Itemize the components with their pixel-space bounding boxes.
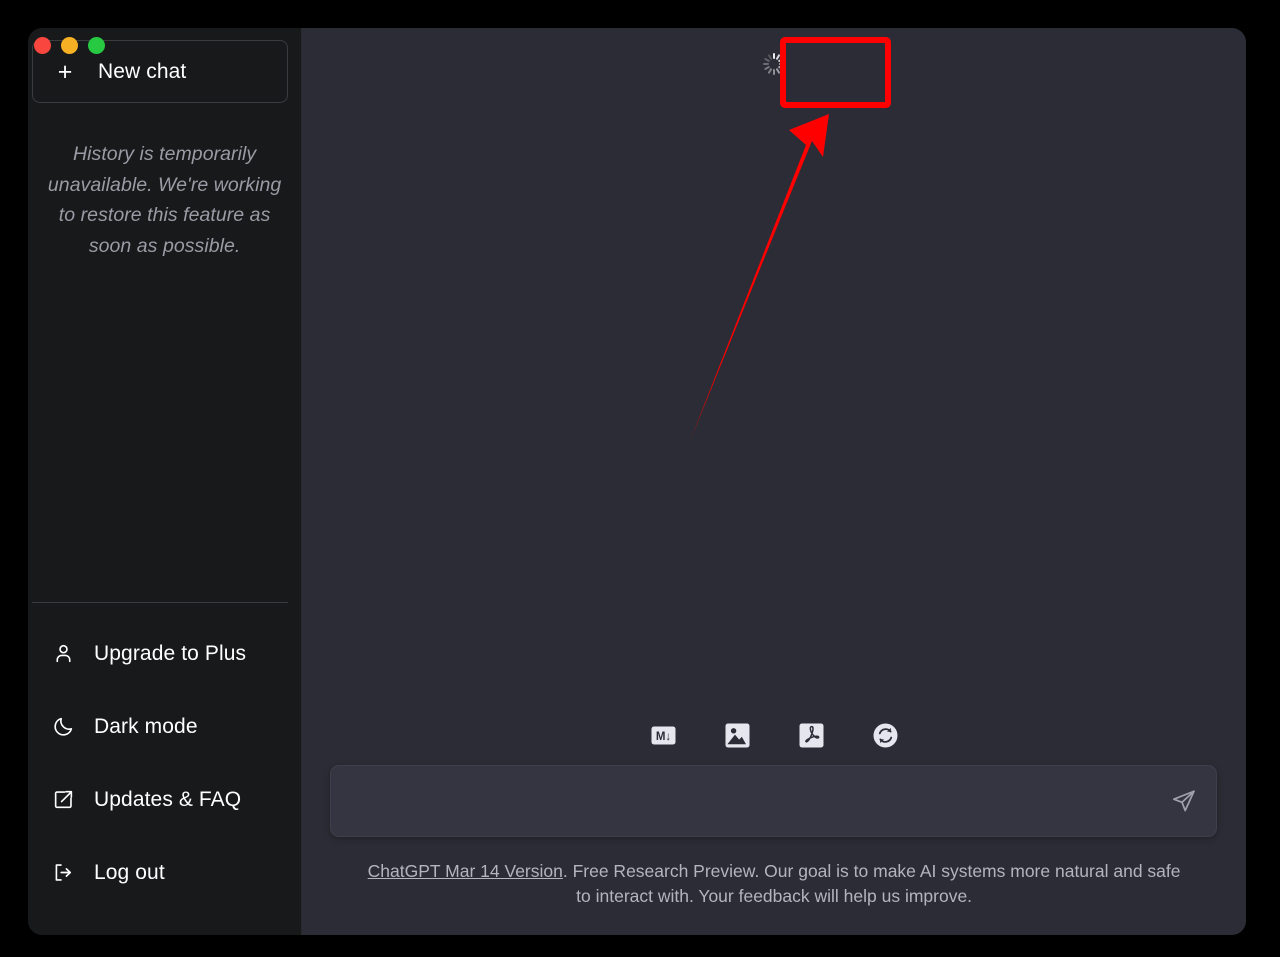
markdown-icon[interactable]: M↓ [650,722,677,749]
window-traffic-lights [34,37,105,54]
sidebar-item-label: Updates & FAQ [94,788,241,812]
footer-disclaimer: ChatGPT Mar 14 Version. Free Research Pr… [302,837,1246,935]
pdf-icon[interactable] [798,722,825,749]
footer-disclaimer-text: . Free Research Preview. Our goal is to … [563,861,1181,906]
history-unavailable-message: History is temporarily unavailable. We'r… [46,139,283,261]
sidebar-menu: Upgrade to Plus Dark mode [28,603,301,935]
sidebar-item-label: Dark mode [94,715,198,739]
maximize-window-button[interactable] [88,37,105,54]
user-icon [51,642,75,666]
minimize-window-button[interactable] [61,37,78,54]
screen: + New chat History is temporarily unavai… [0,0,1280,957]
main-content: M↓ [302,28,1246,935]
composer-tools: M↓ [302,722,1246,765]
image-icon[interactable] [724,722,751,749]
logout-icon [51,861,75,885]
loading-spinner-container [754,44,794,84]
refresh-icon[interactable] [872,722,899,749]
sidebar-item-log-out[interactable]: Log out [28,836,301,909]
sidebar-item-dark-mode[interactable]: Dark mode [28,690,301,763]
chat-history-list [28,261,301,602]
chat-input[interactable] [331,766,1160,836]
sidebar-item-upgrade-to-plus[interactable]: Upgrade to Plus [28,617,301,690]
send-button[interactable] [1160,777,1208,825]
plus-icon: + [56,60,74,85]
moon-icon [51,715,75,739]
app-window: + New chat History is temporarily unavai… [28,28,1246,935]
sidebar: + New chat History is temporarily unavai… [28,28,302,935]
new-chat-label: New chat [98,60,186,84]
conversation-thread [302,28,1246,722]
loading-spinner-icon [763,53,785,75]
sidebar-item-updates-faq[interactable]: Updates & FAQ [28,763,301,836]
version-link[interactable]: ChatGPT Mar 14 Version [368,861,563,881]
message-composer[interactable] [330,765,1217,837]
svg-text:M↓: M↓ [655,731,670,743]
sidebar-item-label: Upgrade to Plus [94,642,246,666]
sidebar-item-label: Log out [94,861,165,885]
external-link-icon [51,788,75,812]
close-window-button[interactable] [34,37,51,54]
